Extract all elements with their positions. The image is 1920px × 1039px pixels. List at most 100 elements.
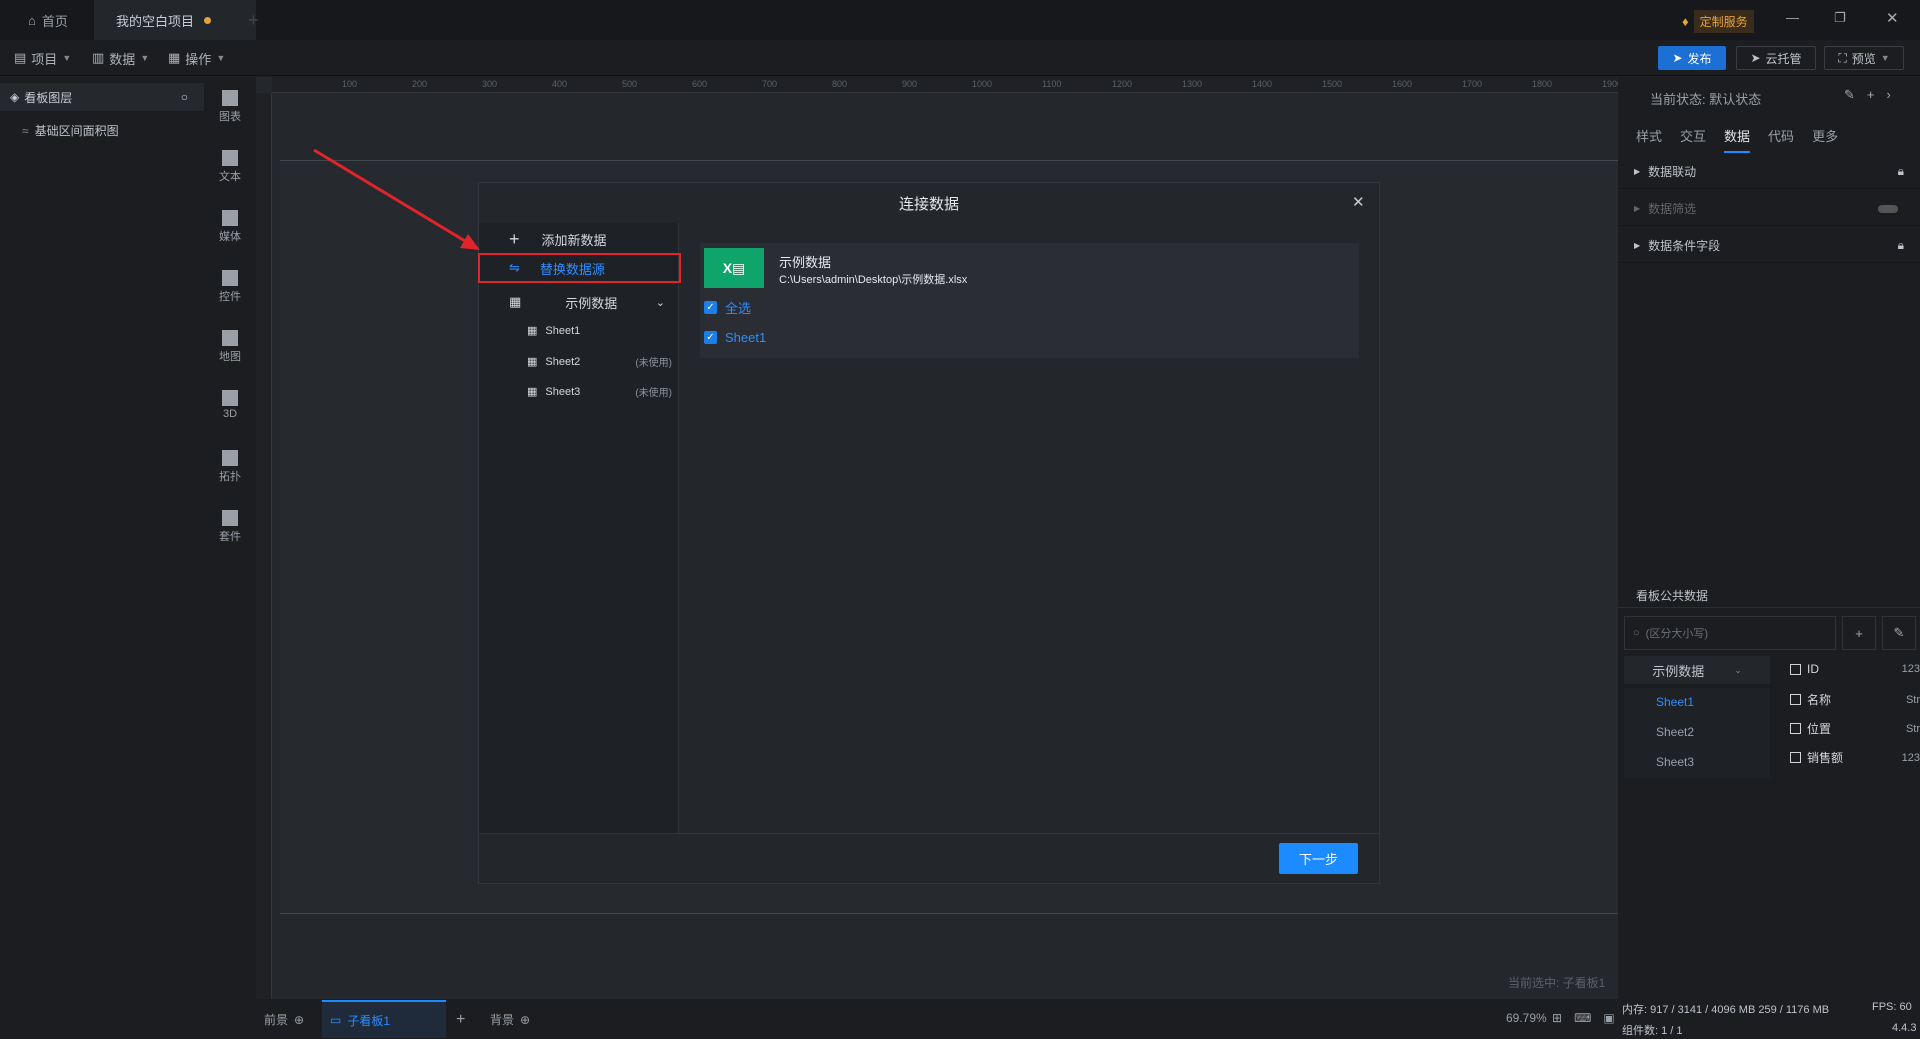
next-label: 下一步	[1298, 852, 1338, 867]
state-label: 当前状态: 默认状态	[1650, 92, 1762, 107]
checkbox[interactable]	[1790, 723, 1801, 734]
add-board-button[interactable]: +	[456, 1011, 465, 1029]
restore-icon[interactable]: ❐	[1834, 10, 1846, 26]
sheet-item-3[interactable]: Sheet3	[1656, 755, 1694, 769]
preview-button[interactable]: ⛶ 预览 ▼	[1824, 46, 1904, 70]
search-icon[interactable]: ○	[181, 90, 188, 104]
menu-operate-label: 操作	[185, 51, 212, 67]
sidebar-item-media[interactable]: 媒体	[204, 210, 256, 244]
chevron-down-icon: ⌄	[1734, 664, 1742, 675]
ruler-tick-label: 200	[412, 79, 428, 89]
send-icon: ➤	[1672, 51, 1683, 65]
subboard-tab[interactable]: ▭ 子看板1	[322, 1000, 446, 1038]
background-tab[interactable]: 背景 ⊕	[490, 1011, 530, 1028]
checkbox[interactable]	[1790, 663, 1801, 675]
highlight-box	[478, 253, 681, 283]
tab-project[interactable]: 我的空白项目	[94, 0, 256, 40]
zoom-value: 69.79%	[1506, 1011, 1547, 1025]
row-data-condition[interactable]: ▶ 数据条件字段 🔒︎	[1618, 229, 1920, 263]
layers-panel	[0, 77, 204, 1039]
field-row[interactable]: 销售额 123	[1790, 749, 1920, 766]
tab-style[interactable]: 样式	[1636, 126, 1662, 153]
menu-project[interactable]: ▤ 项目 ▼	[14, 40, 71, 76]
edit-data-button[interactable]: ✎	[1882, 616, 1916, 650]
tab-project-label: 我的空白项目	[116, 13, 195, 29]
memory-status: 内存: 917 / 3141 / 4096 MB 259 / 1176 MB	[1622, 1004, 1830, 1016]
sidebar-item-3d[interactable]: 3D	[204, 390, 256, 420]
close-icon[interactable]: ✕	[1352, 193, 1365, 211]
modal-header: 连接数据	[479, 183, 1379, 223]
chevron-right-icon[interactable]: ›	[1887, 87, 1891, 103]
menu-data[interactable]: ▥ 数据 ▼	[92, 40, 149, 76]
field-name: 位置	[1807, 722, 1832, 736]
chevron-down-icon: ▼	[1880, 53, 1890, 63]
sheet-item-2[interactable]: Sheet2	[1656, 725, 1694, 739]
dataset-select[interactable]: 示例数据 ⌄	[1624, 656, 1770, 684]
tab-home[interactable]: ⌂ 首页	[18, 0, 78, 40]
select-all-checkbox[interactable]: ✓ 全选	[704, 298, 751, 317]
tab-interaction[interactable]: 交互	[1680, 126, 1706, 153]
ruler-tick-label: 1100	[1042, 79, 1062, 89]
sidebar-item-map[interactable]: 地图	[204, 330, 256, 364]
sheet-row[interactable]: ▦ Sheet1	[527, 324, 672, 338]
sheet-name: Sheet1	[545, 324, 581, 337]
sheet-row[interactable]: ▦ Sheet3 (未使用)	[527, 384, 672, 400]
field-row[interactable]: ID 123	[1790, 662, 1920, 676]
add-circle-icon[interactable]: ⊕	[520, 1013, 530, 1027]
field-row[interactable]: 名称 Str	[1790, 691, 1920, 708]
publish-button[interactable]: ➤ 发布	[1658, 46, 1726, 70]
diamond-icon: ♦	[1682, 14, 1689, 29]
next-step-button[interactable]: 下一步	[1279, 843, 1358, 874]
table-icon: ▦	[509, 294, 522, 309]
dataset-item[interactable]: ▦ 示例数据 ⌄	[479, 289, 679, 315]
sidebar-item-text[interactable]: 文本	[204, 150, 256, 184]
plus-icon[interactable]: +	[1867, 87, 1875, 103]
field-name: 销售额	[1807, 751, 1844, 765]
ruler-tick-label: 1400	[1252, 79, 1273, 89]
sheet-name: Sheet2	[545, 355, 581, 368]
row-data-filter[interactable]: ▶ 数据筛选	[1618, 192, 1920, 226]
tab-code[interactable]: 代码	[1768, 126, 1794, 153]
sheet-item-1[interactable]: Sheet1	[1656, 695, 1694, 709]
fit-icon[interactable]: ⊞	[1552, 1011, 1562, 1025]
close-window-icon[interactable]: ✕	[1886, 9, 1899, 27]
sheet-checkbox[interactable]: ✓ Sheet1	[704, 330, 766, 345]
row-data-linkage[interactable]: ▶ 数据联动 🔒︎	[1618, 155, 1920, 189]
add-circle-icon[interactable]: ⊕	[294, 1013, 304, 1027]
sidebar-item-widget[interactable]: 控件	[204, 270, 256, 304]
menu-operate[interactable]: ▦ 操作 ▼	[168, 40, 225, 76]
ruler-tick-label: 500	[622, 79, 638, 89]
terminal-icon[interactable]: ▣	[1603, 1011, 1614, 1025]
keyboard-icon[interactable]: ⌨	[1574, 1011, 1591, 1025]
foreground-tab[interactable]: 前景 ⊕	[264, 1011, 304, 1028]
media-icon	[222, 210, 238, 226]
toggle-switch[interactable]	[1878, 204, 1898, 213]
subboard-label: 子看板1	[347, 1013, 391, 1028]
cloud-host-button[interactable]: ➤ 云托管	[1736, 46, 1816, 70]
checkbox[interactable]	[1790, 694, 1801, 705]
layer-item[interactable]: ≈ 基础区间面积图	[22, 122, 119, 139]
add-new-label: 添加新数据	[541, 232, 607, 248]
fullscreen-icon: ⛶	[1838, 50, 1847, 65]
zoom-level[interactable]: 69.79%	[1506, 1011, 1547, 1025]
canvas-tools: ⊞ ⌨ ▣	[1552, 1011, 1615, 1025]
sidebar-item-chart[interactable]: 图表	[204, 90, 256, 124]
checkbox[interactable]	[1790, 752, 1801, 763]
ruler-tick-label: 700	[762, 79, 778, 89]
sidebar-item-topology[interactable]: 拓扑	[204, 450, 256, 484]
sidebar-item-kit[interactable]: 套件	[204, 510, 256, 544]
edit-icon[interactable]: ✎	[1844, 87, 1855, 103]
tab-more[interactable]: 更多	[1812, 126, 1838, 153]
add-data-button[interactable]: +	[1842, 616, 1876, 650]
field-row[interactable]: 位置 Str	[1790, 720, 1920, 737]
grid-icon: ▦	[168, 50, 181, 65]
sidebar-label: 套件	[219, 531, 241, 543]
sheet-row[interactable]: ▦ Sheet2 (未使用)	[527, 354, 672, 370]
public-data-search-input[interactable]: ○ (区分大小写)	[1624, 616, 1836, 650]
sidebar-label: 图表	[219, 111, 241, 123]
new-tab-button[interactable]: +	[248, 10, 259, 31]
custom-service-button[interactable]: ♦ 定制服务	[1682, 10, 1754, 33]
tab-data[interactable]: 数据	[1724, 126, 1751, 153]
add-new-data-button[interactable]: + 添加新数据	[479, 226, 679, 252]
minimize-icon[interactable]: —	[1786, 10, 1799, 25]
